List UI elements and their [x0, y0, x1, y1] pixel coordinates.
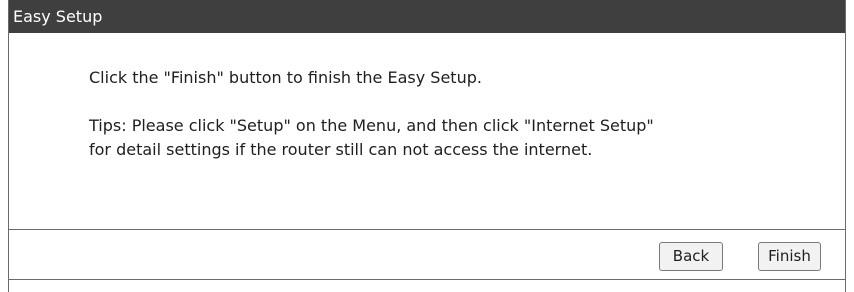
easy-setup-panel: Easy Setup Click the "Finish" button to …	[8, 0, 846, 292]
finish-instruction: Click the "Finish" button to finish the …	[89, 68, 482, 87]
divider-bottom	[9, 279, 845, 280]
finish-button[interactable]: Finish	[758, 242, 821, 271]
tip-line-2: for detail settings if the router still …	[89, 140, 593, 159]
instructions: Click the "Finish" button to finish the …	[89, 66, 829, 162]
divider	[9, 229, 845, 230]
back-button[interactable]: Back	[659, 242, 723, 271]
panel-title: Easy Setup	[9, 0, 845, 33]
tip-line-1: Tips: Please click "Setup" on the Menu, …	[89, 116, 654, 135]
